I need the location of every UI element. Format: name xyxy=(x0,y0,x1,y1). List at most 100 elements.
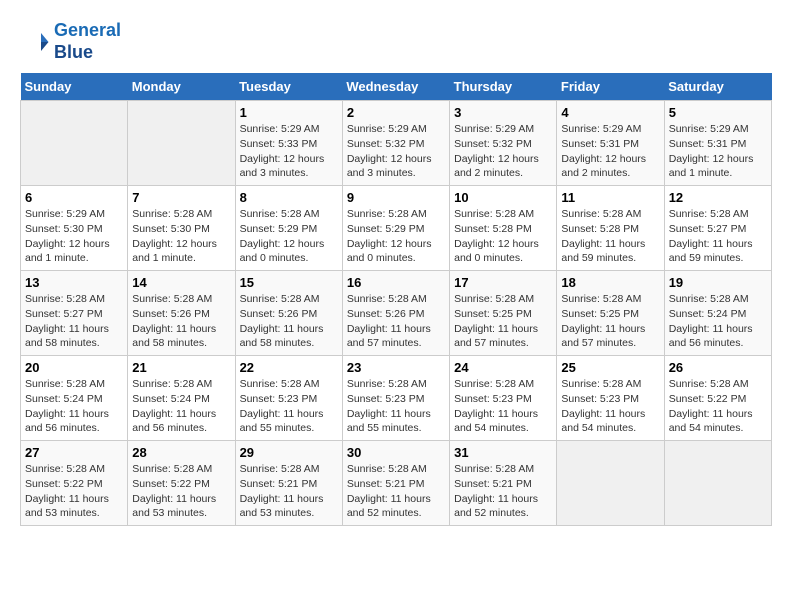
day-number: 2 xyxy=(347,105,445,120)
day-number: 22 xyxy=(240,360,338,375)
calendar-cell: 7Sunrise: 5:28 AM Sunset: 5:30 PM Daylig… xyxy=(128,186,235,271)
calendar-cell: 13 Sunrise: 5:28 AM Sunset: 5:27 PM Dayli… xyxy=(21,271,128,356)
logo-text: General Blue xyxy=(54,20,121,63)
weekday-header-row: SundayMondayTuesdayWednesdayThursdayFrid… xyxy=(21,73,772,101)
day-number: 4 xyxy=(561,105,659,120)
calendar-cell: 14 Sunrise: 5:28 AM Sunset: 5:26 PM Dayli… xyxy=(128,271,235,356)
day-number: 29 xyxy=(240,445,338,460)
calendar-cell: 29 Sunrise: 5:28 AM Sunset: 5:21 PM Dayli… xyxy=(235,441,342,526)
day-number: 13 xyxy=(25,275,123,290)
calendar-cell: 26Sunrise: 5:28 AM Sunset: 5:22 PM Dayli… xyxy=(664,356,771,441)
calendar-cell: 28Sunrise: 5:28 AM Sunset: 5:22 PM Dayli… xyxy=(128,441,235,526)
calendar-cell: 10 Sunrise: 5:28 AM Sunset: 5:28 PM Dayli… xyxy=(450,186,557,271)
calendar-week-row: 27Sunrise: 5:28 AM Sunset: 5:22 PM Dayli… xyxy=(21,441,772,526)
calendar-cell: 24 Sunrise: 5:28 AM Sunset: 5:23 PM Dayli… xyxy=(450,356,557,441)
day-number: 10 xyxy=(454,190,552,205)
calendar-cell: 19 Sunrise: 5:28 AM Sunset: 5:24 PM Dayli… xyxy=(664,271,771,356)
calendar-week-row: 6 Sunrise: 5:29 AM Sunset: 5:30 PM Daylig… xyxy=(21,186,772,271)
day-info: Sunrise: 5:28 AM Sunset: 5:26 PM Dayligh… xyxy=(132,292,230,351)
day-info: Sunrise: 5:29 AM Sunset: 5:32 PM Dayligh… xyxy=(454,122,552,181)
day-number: 18 xyxy=(561,275,659,290)
day-number: 6 xyxy=(25,190,123,205)
day-number: 15 xyxy=(240,275,338,290)
day-info: Sunrise: 5:28 AM Sunset: 5:27 PM Dayligh… xyxy=(25,292,123,351)
calendar-table: SundayMondayTuesdayWednesdayThursdayFrid… xyxy=(20,73,772,526)
calendar-cell: 12 Sunrise: 5:28 AM Sunset: 5:27 PM Dayli… xyxy=(664,186,771,271)
day-info: Sunrise: 5:29 AM Sunset: 5:30 PM Dayligh… xyxy=(25,207,123,266)
calendar-cell xyxy=(21,101,128,186)
day-info: Sunrise: 5:28 AM Sunset: 5:24 PM Dayligh… xyxy=(669,292,767,351)
calendar-cell xyxy=(664,441,771,526)
calendar-cell: 16 Sunrise: 5:28 AM Sunset: 5:26 PM Dayli… xyxy=(342,271,449,356)
calendar-cell: 4 Sunrise: 5:29 AM Sunset: 5:31 PM Daylig… xyxy=(557,101,664,186)
day-info: Sunrise: 5:28 AM Sunset: 5:22 PM Dayligh… xyxy=(132,462,230,521)
calendar-cell: 5 Sunrise: 5:29 AM Sunset: 5:31 PM Daylig… xyxy=(664,101,771,186)
weekday-header-thursday: Thursday xyxy=(450,73,557,101)
weekday-header-saturday: Saturday xyxy=(664,73,771,101)
day-info: Sunrise: 5:28 AM Sunset: 5:21 PM Dayligh… xyxy=(347,462,445,521)
day-info: Sunrise: 5:28 AM Sunset: 5:23 PM Dayligh… xyxy=(347,377,445,436)
calendar-cell xyxy=(128,101,235,186)
calendar-cell: 6 Sunrise: 5:29 AM Sunset: 5:30 PM Daylig… xyxy=(21,186,128,271)
day-number: 7 xyxy=(132,190,230,205)
calendar-cell: 2Sunrise: 5:29 AM Sunset: 5:32 PM Daylig… xyxy=(342,101,449,186)
day-number: 3 xyxy=(454,105,552,120)
page-header: General Blue xyxy=(20,20,772,63)
logo: General Blue xyxy=(20,20,121,63)
day-number: 14 xyxy=(132,275,230,290)
day-number: 24 xyxy=(454,360,552,375)
calendar-cell: 30 Sunrise: 5:28 AM Sunset: 5:21 PM Dayli… xyxy=(342,441,449,526)
day-number: 17 xyxy=(454,275,552,290)
calendar-cell: 21 Sunrise: 5:28 AM Sunset: 5:24 PM Dayli… xyxy=(128,356,235,441)
day-info: Sunrise: 5:28 AM Sunset: 5:24 PM Dayligh… xyxy=(25,377,123,436)
calendar-cell: 31 Sunrise: 5:28 AM Sunset: 5:21 PM Dayli… xyxy=(450,441,557,526)
weekday-header-tuesday: Tuesday xyxy=(235,73,342,101)
calendar-cell: 1 Sunrise: 5:29 AM Sunset: 5:33 PM Daylig… xyxy=(235,101,342,186)
day-info: Sunrise: 5:28 AM Sunset: 5:27 PM Dayligh… xyxy=(669,207,767,266)
calendar-cell: 3 Sunrise: 5:29 AM Sunset: 5:32 PM Daylig… xyxy=(450,101,557,186)
day-info: Sunrise: 5:28 AM Sunset: 5:26 PM Dayligh… xyxy=(347,292,445,351)
weekday-header-monday: Monday xyxy=(128,73,235,101)
day-info: Sunrise: 5:28 AM Sunset: 5:23 PM Dayligh… xyxy=(240,377,338,436)
calendar-cell: 25Sunrise: 5:28 AM Sunset: 5:23 PM Dayli… xyxy=(557,356,664,441)
day-info: Sunrise: 5:28 AM Sunset: 5:29 PM Dayligh… xyxy=(240,207,338,266)
day-number: 25 xyxy=(561,360,659,375)
day-number: 23 xyxy=(347,360,445,375)
day-number: 30 xyxy=(347,445,445,460)
day-number: 26 xyxy=(669,360,767,375)
day-info: Sunrise: 5:29 AM Sunset: 5:31 PM Dayligh… xyxy=(561,122,659,181)
day-info: Sunrise: 5:29 AM Sunset: 5:31 PM Dayligh… xyxy=(669,122,767,181)
day-number: 12 xyxy=(669,190,767,205)
calendar-week-row: 1 Sunrise: 5:29 AM Sunset: 5:33 PM Daylig… xyxy=(21,101,772,186)
day-info: Sunrise: 5:29 AM Sunset: 5:33 PM Dayligh… xyxy=(240,122,338,181)
calendar-week-row: 20Sunrise: 5:28 AM Sunset: 5:24 PM Dayli… xyxy=(21,356,772,441)
calendar-cell: 15 Sunrise: 5:28 AM Sunset: 5:26 PM Dayli… xyxy=(235,271,342,356)
day-number: 21 xyxy=(132,360,230,375)
day-number: 19 xyxy=(669,275,767,290)
day-info: Sunrise: 5:28 AM Sunset: 5:25 PM Dayligh… xyxy=(454,292,552,351)
calendar-cell: 11Sunrise: 5:28 AM Sunset: 5:28 PM Dayli… xyxy=(557,186,664,271)
day-info: Sunrise: 5:28 AM Sunset: 5:23 PM Dayligh… xyxy=(454,377,552,436)
calendar-cell xyxy=(557,441,664,526)
weekday-header-sunday: Sunday xyxy=(21,73,128,101)
day-number: 5 xyxy=(669,105,767,120)
day-info: Sunrise: 5:28 AM Sunset: 5:28 PM Dayligh… xyxy=(454,207,552,266)
day-number: 11 xyxy=(561,190,659,205)
day-number: 16 xyxy=(347,275,445,290)
calendar-cell: 23 Sunrise: 5:28 AM Sunset: 5:23 PM Dayli… xyxy=(342,356,449,441)
day-number: 31 xyxy=(454,445,552,460)
day-info: Sunrise: 5:28 AM Sunset: 5:21 PM Dayligh… xyxy=(240,462,338,521)
calendar-week-row: 13 Sunrise: 5:28 AM Sunset: 5:27 PM Dayli… xyxy=(21,271,772,356)
calendar-cell: 9Sunrise: 5:28 AM Sunset: 5:29 PM Daylig… xyxy=(342,186,449,271)
weekday-header-friday: Friday xyxy=(557,73,664,101)
day-info: Sunrise: 5:28 AM Sunset: 5:24 PM Dayligh… xyxy=(132,377,230,436)
calendar-cell: 17 Sunrise: 5:28 AM Sunset: 5:25 PM Dayli… xyxy=(450,271,557,356)
day-info: Sunrise: 5:28 AM Sunset: 5:21 PM Dayligh… xyxy=(454,462,552,521)
calendar-cell: 22 Sunrise: 5:28 AM Sunset: 5:23 PM Dayli… xyxy=(235,356,342,441)
calendar-cell: 20Sunrise: 5:28 AM Sunset: 5:24 PM Dayli… xyxy=(21,356,128,441)
day-info: Sunrise: 5:28 AM Sunset: 5:25 PM Dayligh… xyxy=(561,292,659,351)
day-info: Sunrise: 5:28 AM Sunset: 5:22 PM Dayligh… xyxy=(25,462,123,521)
day-info: Sunrise: 5:28 AM Sunset: 5:26 PM Dayligh… xyxy=(240,292,338,351)
day-number: 1 xyxy=(240,105,338,120)
day-info: Sunrise: 5:28 AM Sunset: 5:29 PM Dayligh… xyxy=(347,207,445,266)
